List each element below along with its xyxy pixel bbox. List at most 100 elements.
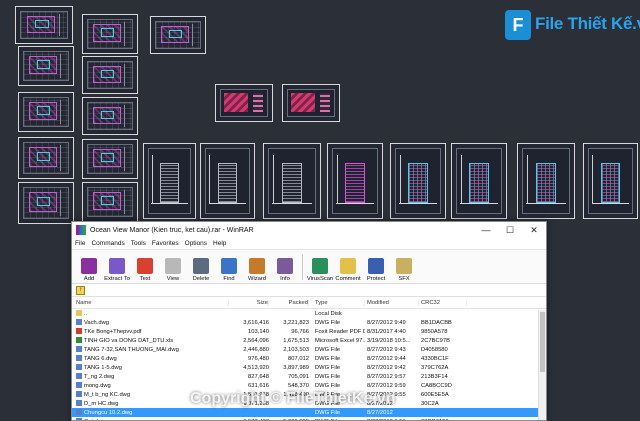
file-row[interactable]: TINH GIO va DONG DAT_DTU.xls 2,564,096 1,6…	[72, 336, 546, 345]
cad-sheet-elevation[interactable]	[143, 143, 196, 219]
file-crc-cell: 30C2A	[421, 400, 439, 407]
vertical-scrollbar[interactable]	[538, 310, 546, 420]
file-row[interactable]: TANG 7-32,SAN THUONG_MAI.dwg 2,446,880 2,1…	[72, 345, 546, 354]
toolbar-label: Delete	[192, 276, 210, 282]
menu-options[interactable]: Options	[185, 240, 207, 247]
file-packed-cell: 705,091	[288, 373, 309, 380]
menu-file[interactable]: File	[75, 240, 85, 247]
file-size-cell: 976,480	[248, 355, 269, 362]
toolbar-label: Info	[280, 276, 290, 282]
cad-sheet-elevation[interactable]	[200, 143, 255, 219]
file-crc-cell: 9850A578	[421, 328, 448, 335]
file-size-cell: 103,140	[248, 328, 269, 335]
file-crc-cell: 600E5E5A	[421, 391, 449, 398]
toolbar-label: View	[166, 276, 180, 282]
delete-button[interactable]: Delete	[188, 251, 214, 283]
file-row[interactable]: Vach.dwg 3,616,416 3,221,823 DWG File 8/27/2…	[72, 318, 546, 327]
add-icon	[81, 258, 97, 274]
file-packed-cell: 2,103,503	[283, 346, 309, 353]
file-modified-cell: 8/27/2012 9:43	[367, 346, 406, 353]
menu-tools[interactable]: Tools	[131, 240, 146, 247]
title-bar[interactable]: Ocean View Manor (Kien truc, ket cau).ra…	[72, 222, 546, 238]
file-type-cell: DWG File	[315, 373, 341, 380]
cad-sheet-elevation[interactable]	[517, 143, 575, 219]
up-folder-icon[interactable]: ↑	[76, 285, 85, 295]
file-name-cell: TKe Bong+Thepvv.pdf	[72, 328, 229, 335]
sfx-button[interactable]: SFX	[391, 251, 417, 283]
toolbar-label: Extract To	[104, 276, 130, 282]
column-header-modified[interactable]: Modified	[365, 299, 419, 306]
file-row[interactable]: .. Local Disk	[72, 309, 546, 318]
menu-commands[interactable]: Commands	[91, 240, 124, 247]
protect-button[interactable]: Protect	[363, 251, 389, 283]
file-name: TANG 7-32,SAN THUONG_MAI.dwg	[84, 347, 179, 353]
toolbar-label: Add	[83, 276, 95, 282]
toolbar-label: Test	[139, 276, 151, 282]
cad-sheet-block[interactable]	[282, 84, 340, 122]
close-button[interactable]: ✕	[522, 222, 546, 238]
file-row[interactable]: C_t.dwg6,573,4085,396,895DWG File8/27/20…	[72, 417, 546, 420]
column-header-packed[interactable]: Packed	[269, 299, 309, 306]
cad-sheet-elevation[interactable]	[327, 143, 383, 219]
comment-button[interactable]: Comment	[335, 251, 361, 283]
column-header-name[interactable]: Name	[72, 299, 229, 306]
minimize-button[interactable]: —	[474, 222, 498, 238]
file-crc-cell: 213B3F14	[421, 373, 448, 380]
add-button[interactable]: Add	[76, 251, 102, 283]
info-button[interactable]: Info	[272, 251, 298, 283]
column-header-type[interactable]: Type	[309, 299, 365, 306]
info-icon	[277, 258, 293, 274]
cad-sheet-block[interactable]	[215, 84, 273, 122]
cad-sheet-elevation[interactable]	[583, 143, 638, 219]
extract-to-button[interactable]: Extract To	[104, 251, 130, 283]
dwg-file-icon	[76, 382, 82, 388]
cad-sheet-plan[interactable]	[82, 182, 138, 222]
cad-sheet-plan[interactable]	[18, 182, 74, 224]
cad-sheet-plan[interactable]	[82, 139, 138, 179]
cad-sheet-elevation[interactable]	[451, 143, 507, 219]
menu-help[interactable]: Help	[213, 240, 226, 247]
protect-icon	[368, 258, 384, 274]
file-packed-cell: 807,012	[288, 355, 309, 362]
cad-sheet-elevation[interactable]	[263, 143, 321, 219]
file-row[interactable]: T_ng 2.dwg 827,648 705,091 DWG File 8/27/201…	[72, 372, 546, 381]
test-icon	[137, 258, 153, 274]
toolbar-label: Wizard	[247, 276, 267, 282]
file-size-cell: 631,616	[248, 382, 269, 389]
file-list-header: Name Size Packed Type Modified CRC32	[72, 297, 546, 309]
column-header-crc32[interactable]: CRC32	[419, 299, 467, 306]
file-name-cell: mong.dwg	[72, 382, 229, 389]
winrar-app-icon	[76, 225, 86, 235]
menu-favorites[interactable]: Favorites	[152, 240, 179, 247]
file-row[interactable]: TKe Bong+Thepvv.pdf 103,140 96,766 Foxit Re…	[72, 327, 546, 336]
test-button[interactable]: Test	[132, 251, 158, 283]
column-header-size[interactable]: Size	[229, 299, 269, 306]
file-name: TANG 1-5.dwg	[84, 365, 122, 371]
file-type-cell: Local Disk	[315, 310, 342, 317]
wizard-button[interactable]: Wizard	[244, 251, 270, 283]
file-packed-cell: 548,370	[288, 382, 309, 389]
find-button[interactable]: Find	[216, 251, 242, 283]
view-button[interactable]: View	[160, 251, 186, 283]
cad-sheet-plan[interactable]	[82, 56, 138, 94]
file-type-cell: DWG File	[315, 382, 341, 389]
file-name: D_m HC.dwg	[84, 401, 119, 407]
file-name: ..	[84, 311, 88, 317]
cad-sheet-plan[interactable]	[18, 137, 74, 179]
cad-sheet-plan[interactable]	[150, 16, 206, 54]
scrollbar-thumb[interactable]	[540, 312, 545, 372]
cad-sheet-plan[interactable]	[15, 6, 73, 44]
file-crc-cell: BB1DACBB	[421, 319, 452, 326]
maximize-button[interactable]: ☐	[498, 222, 522, 238]
cad-sheet-plan[interactable]	[82, 14, 138, 54]
cad-sheet-plan[interactable]	[82, 97, 138, 135]
file-row[interactable]: Chungcu 10.2.dwg DWG File 8/27/2012	[72, 408, 546, 417]
file-row[interactable]: TANG 1-5.dwg 4,513,920 3,897,989 DWG File 8/…	[72, 363, 546, 372]
cad-sheet-elevation[interactable]	[390, 143, 446, 219]
virusscan-button[interactable]: VirusScan	[307, 251, 333, 283]
cad-sheet-plan[interactable]	[18, 46, 74, 86]
cad-sheet-plan[interactable]	[18, 92, 74, 132]
file-row[interactable]: mong.dwg 631,616 548,370 DWG File 8/27/2012 …	[72, 381, 546, 390]
find-icon	[221, 258, 237, 274]
file-row[interactable]: TANG 6.dwg 976,480 807,012 DWG File 8/27/201…	[72, 354, 546, 363]
